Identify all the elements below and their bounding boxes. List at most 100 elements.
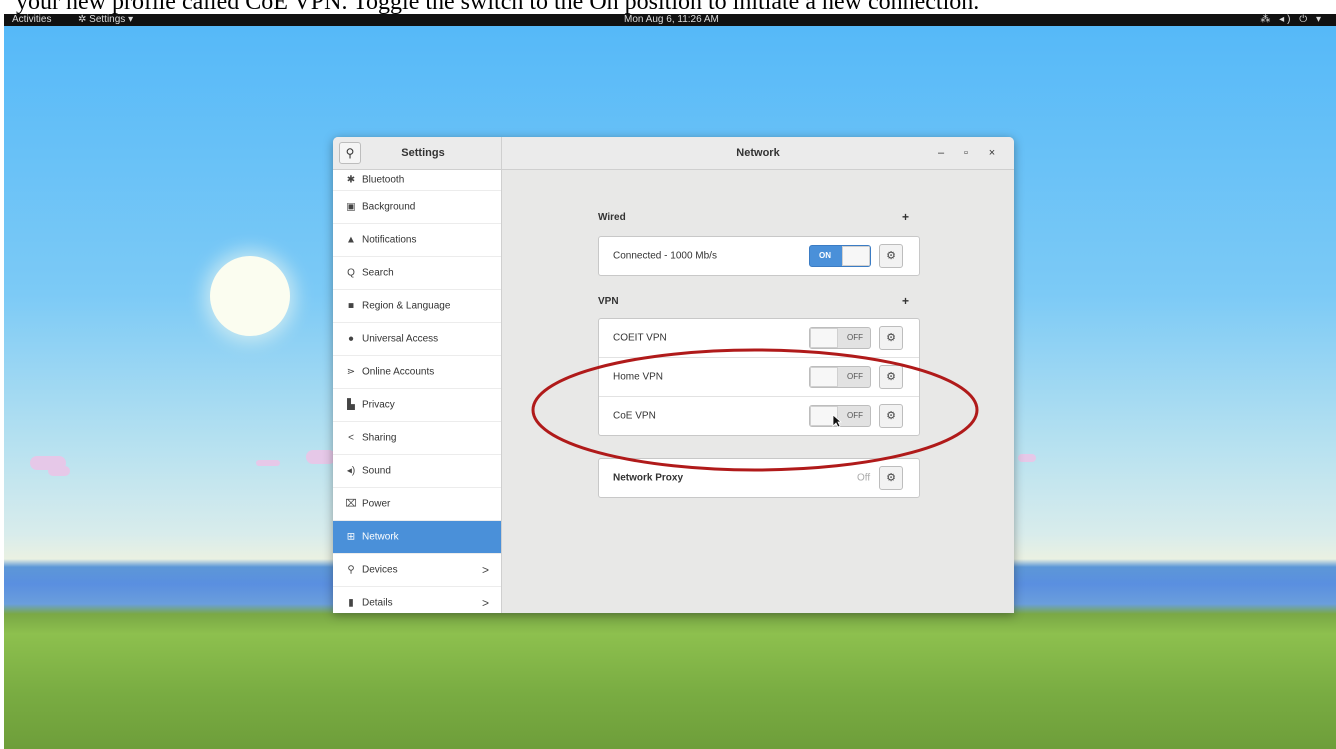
wired-connection-status: Connected - 1000 Mb/s [613, 250, 717, 262]
sidebar-item-sharing[interactable]: < Sharing [333, 422, 501, 455]
switch-state-label: ON [819, 251, 831, 260]
switch-knob [842, 246, 870, 266]
sidebar-item-label: Online Accounts [362, 366, 435, 378]
vpn-row-home: Home VPN OFF ⚙ [599, 357, 919, 396]
vpn-heading: VPN [598, 296, 619, 307]
search-icon: ⚲ [345, 146, 355, 160]
plus-icon: + [902, 210, 910, 224]
vpn-settings-button[interactable]: ⚙ [879, 365, 903, 389]
vpn-toggle-switch[interactable]: OFF [809, 327, 871, 349]
gear-icon: ⚙ [886, 371, 896, 383]
clock[interactable]: Mon Aug 6, 11:26 AM [624, 14, 719, 26]
proxy-settings-button[interactable]: ⚙ [879, 466, 903, 490]
sidebar-item-label: Background [362, 201, 416, 213]
vpn-list: COEIT VPN OFF ⚙ Home VPN OFF ⚙ CoE VPN O… [598, 318, 920, 436]
devices-icon: ⚲ [347, 564, 355, 576]
sidebar-item-background[interactable]: ▣ Background [333, 191, 501, 224]
sidebar-item-region-language[interactable]: ■ Region & Language [333, 290, 501, 323]
caption-text: your new profile called CoE VPN. Toggle … [16, 0, 980, 15]
chevron-right-icon: > [481, 596, 489, 610]
sidebar-item-label: Sharing [362, 432, 397, 444]
sidebar-item-network[interactable]: ⊞ Network [333, 521, 501, 554]
privacy-icon: ▙ [347, 399, 355, 411]
panel-header: Network – ▫ × [502, 137, 1014, 170]
gear-icon: ⚙ [886, 472, 896, 484]
wired-toggle-switch[interactable]: ON [809, 245, 871, 267]
sidebar-item-power[interactable]: ⌧ Power [333, 488, 501, 521]
sun-decoration [210, 256, 290, 336]
gear-icon: ⚙ [886, 332, 896, 344]
sidebar-item-notifications[interactable]: ▲ Notifications [333, 224, 501, 257]
background-icon: ▣ [346, 201, 356, 213]
activities-button[interactable]: Activities [12, 14, 51, 26]
search-button[interactable]: ⚲ [339, 142, 361, 164]
sidebar-item-label: Privacy [362, 399, 395, 411]
sidebar-item-label: Search [362, 267, 394, 279]
switch-state-label: OFF [847, 333, 863, 342]
top-bar: Activities ✲ Settings ▾ Mon Aug 6, 11:26… [4, 14, 1336, 26]
share-icon: < [348, 432, 354, 444]
gear-icon: ⚙ [886, 410, 896, 422]
power-icon: ⌧ [345, 498, 357, 510]
add-vpn-button[interactable]: + [902, 294, 909, 308]
proxy-list: Network Proxy Off ⚙ [598, 458, 920, 498]
app-menu[interactable]: ✲ Settings ▾ [78, 14, 133, 26]
sidebar-item-privacy[interactable]: ▙ Privacy [333, 389, 501, 422]
cloud-decoration [1018, 454, 1036, 462]
switch-knob [810, 367, 838, 387]
bluetooth-icon: ✱ [346, 174, 356, 186]
accessibility-icon: ● [347, 333, 355, 345]
network-panel: Wired + Connected - 1000 Mb/s ON ⚙ VPN +… [502, 170, 1014, 613]
bell-icon: ▲ [346, 234, 356, 246]
flag-icon: ■ [347, 300, 355, 312]
network-proxy-row[interactable]: Network Proxy Off ⚙ [599, 459, 919, 497]
sidebar-item-sound[interactable]: ◂) Sound [333, 455, 501, 488]
network-proxy-state: Off [857, 472, 871, 484]
settings-sidebar: ✱ Bluetooth ▣ Background ▲ Notifications… [333, 170, 502, 613]
gear-icon: ⚙ [886, 250, 896, 262]
sidebar-item-universal-access[interactable]: ● Universal Access [333, 323, 501, 356]
vpn-settings-button[interactable]: ⚙ [879, 326, 903, 350]
sidebar-title: Settings [401, 147, 445, 159]
add-wired-button[interactable]: + [902, 210, 909, 224]
sidebar-item-label: Devices [362, 564, 398, 576]
sidebar-item-label: Notifications [362, 234, 417, 246]
vpn-toggle-switch[interactable]: OFF [809, 366, 871, 388]
sidebar-header: ⚲ Settings [333, 137, 502, 170]
cloud-decoration [306, 450, 336, 464]
switch-knob [810, 328, 838, 348]
network-icon: ⊞ [346, 531, 356, 543]
vpn-name: COEIT VPN [613, 332, 667, 344]
sidebar-item-devices[interactable]: ⚲ Devices > [333, 554, 501, 587]
settings-window: ⚲ Settings Network – ▫ × ✱ Bluetooth ▣ B… [333, 137, 1014, 613]
plus-icon: + [902, 294, 910, 308]
close-button[interactable]: × [983, 137, 1001, 169]
wired-heading: Wired [598, 212, 626, 223]
wired-settings-button[interactable]: ⚙ [879, 244, 903, 268]
close-icon: × [988, 147, 996, 159]
sidebar-item-details[interactable]: ▮ Details > [333, 587, 501, 613]
system-tray[interactable]: ⁂ ◂) ⏻ ▾ [1260, 14, 1324, 26]
vpn-row-coeit: COEIT VPN OFF ⚙ [599, 319, 919, 357]
search-icon: Q [347, 267, 355, 279]
minimize-icon: – [937, 147, 945, 159]
sidebar-item-label: Sound [362, 465, 391, 477]
sidebar-item-search[interactable]: Q Search [333, 257, 501, 290]
sidebar-item-label: Power [362, 498, 391, 510]
cloud-decoration [48, 466, 70, 476]
speaker-icon: ◂) [346, 465, 356, 477]
minimize-button[interactable]: – [932, 137, 950, 169]
switch-state-label: OFF [847, 372, 863, 381]
vpn-row-coe: CoE VPN OFF ⚙ [599, 396, 919, 435]
sidebar-item-bluetooth[interactable]: ✱ Bluetooth [333, 170, 501, 191]
sidebar-item-online-accounts[interactable]: ⋗ Online Accounts [333, 356, 501, 389]
vpn-settings-button[interactable]: ⚙ [879, 404, 903, 428]
sidebar-item-label: Region & Language [362, 300, 451, 312]
mouse-cursor-icon [832, 414, 842, 428]
switch-state-label: OFF [847, 411, 863, 420]
sidebar-item-label: Network [362, 531, 399, 543]
vpn-name: CoE VPN [613, 410, 656, 422]
online-accounts-icon: ⋗ [346, 366, 356, 378]
details-icon: ▮ [348, 597, 354, 609]
maximize-button[interactable]: ▫ [957, 137, 975, 169]
